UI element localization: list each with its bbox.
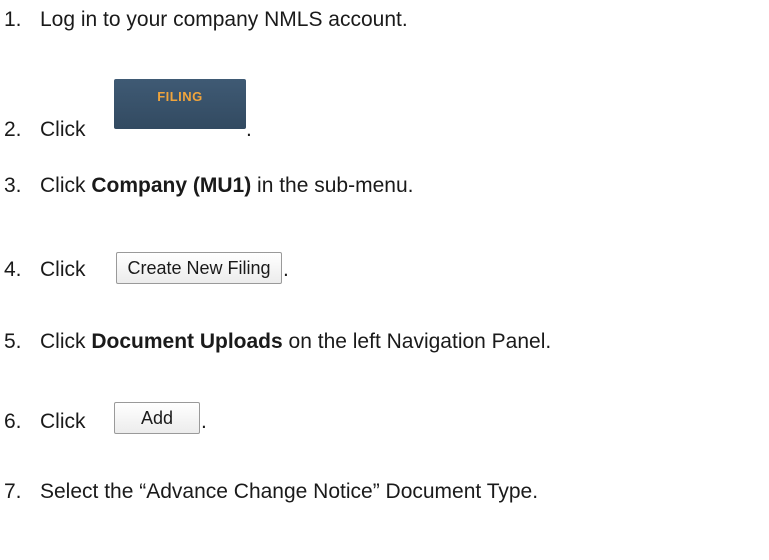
step-4: 4. Click bbox=[4, 258, 86, 282]
step-5: 5. Click Document Uploads on the left Nav… bbox=[4, 330, 551, 354]
step-number: 1. bbox=[4, 8, 22, 31]
step-7: 7. Select the “Advance Change Notice” Doc… bbox=[4, 480, 538, 504]
create-new-filing-button[interactable]: Create New Filing bbox=[116, 252, 282, 284]
step-number: 5. bbox=[4, 330, 22, 353]
step-suffix: in the sub-menu. bbox=[257, 174, 414, 197]
step-suffix: . bbox=[246, 118, 252, 141]
step-1: 1. Log in to your company NMLS account. bbox=[4, 8, 408, 32]
company-mu1-label: Company (MU1) bbox=[91, 174, 252, 197]
step-number: 2. bbox=[4, 118, 22, 141]
step-prefix: Click bbox=[40, 330, 86, 353]
step-2: 2. Click bbox=[4, 118, 86, 142]
step-prefix: Click bbox=[40, 410, 86, 433]
step-suffix: . bbox=[283, 258, 289, 281]
step-3: 3. Click Company (MU1) in the sub-menu. bbox=[4, 174, 413, 198]
step-number: 7. bbox=[4, 480, 22, 503]
step-prefix: Click bbox=[40, 174, 86, 197]
step-number: 4. bbox=[4, 258, 22, 281]
document-uploads-label: Document Uploads bbox=[91, 330, 283, 353]
step-text: Select the “Advance Change Notice” Docum… bbox=[40, 480, 539, 503]
step-number: 3. bbox=[4, 174, 22, 197]
step-text: Log in to your company NMLS account. bbox=[40, 8, 408, 31]
step-prefix: Click bbox=[40, 258, 86, 281]
step-number: 6. bbox=[4, 410, 22, 433]
step-suffix: on the left Navigation Panel. bbox=[288, 330, 552, 353]
step-prefix: Click bbox=[40, 118, 86, 141]
step-suffix: . bbox=[201, 410, 207, 433]
add-button[interactable]: Add bbox=[114, 402, 200, 434]
step-6: 6. Click bbox=[4, 410, 86, 434]
filing-button[interactable]: FILING bbox=[114, 79, 246, 129]
